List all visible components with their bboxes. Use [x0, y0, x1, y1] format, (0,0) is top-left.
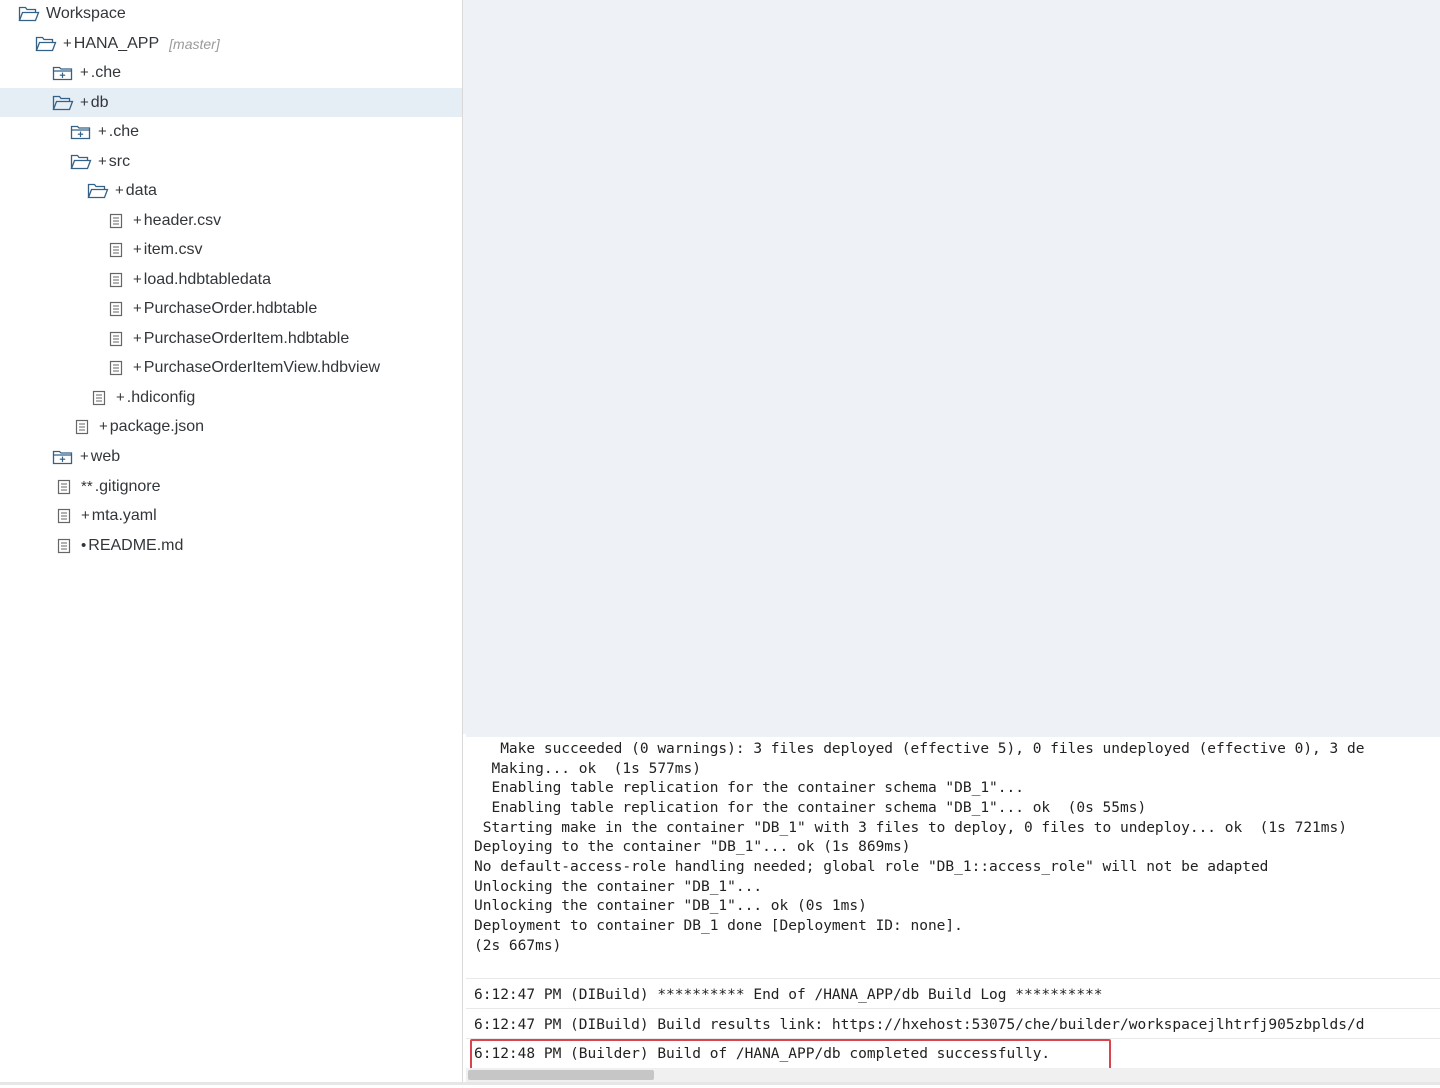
file-icon — [71, 418, 93, 436]
folder-closed-icon — [70, 123, 92, 141]
tree-item-label: .che — [108, 122, 140, 140]
tree-item-label: PurchaseOrder.hdbtable — [143, 299, 318, 317]
tree-item-label: src — [108, 152, 131, 170]
console-message-end-log: 6:12:47 PM (DIBuild) ********** End of /… — [474, 987, 1103, 1003]
build-log-line: Unlocking the container "DB_1"... ok (0s… — [474, 898, 867, 914]
git-status-mark: + — [98, 123, 107, 140]
build-log-line: Making... ok (1s 577ms) — [474, 761, 701, 777]
folder-open-icon — [18, 5, 40, 23]
git-branch-label: [master] — [169, 35, 220, 52]
tree-item[interactable]: + PurchaseOrderItemView.hdbview — [0, 353, 462, 382]
git-status-mark: + — [133, 330, 142, 347]
tree-item[interactable]: + src — [0, 147, 462, 176]
tree-item-label: README.md — [88, 536, 184, 554]
build-log-line: Deployment to container DB_1 done [Deplo… — [474, 918, 963, 934]
git-status-mark: + — [133, 359, 142, 376]
tree-item[interactable]: ** .gitignore — [0, 472, 462, 501]
console-message-results-link[interactable]: 6:12:47 PM (DIBuild) Build results link:… — [474, 1015, 1364, 1035]
console-panel: Make succeeded (0 warnings): 3 files dep… — [466, 734, 1440, 1088]
git-status-mark: + — [116, 389, 125, 406]
tree-item-label: .gitignore — [94, 477, 161, 495]
build-log-line: Make succeeded (0 warnings): 3 files dep… — [474, 741, 1365, 757]
folder-open-icon — [87, 182, 109, 200]
folder-closed-icon — [52, 64, 74, 82]
tree-item-label: PurchaseOrderItem.hdbtable — [143, 329, 350, 347]
tree-item[interactable]: + header.csv — [0, 206, 462, 235]
git-status-mark: + — [63, 35, 72, 52]
tree-item[interactable]: + load.hdbtabledata — [0, 265, 462, 294]
workspace-file-tree: Workspace + HANA_APP [master] + .che + db + .che +… — [0, 0, 463, 1085]
git-status-mark: + — [98, 153, 107, 170]
git-status-mark: + — [99, 418, 108, 435]
tree-item-label: web — [90, 447, 121, 465]
tree-item-label: Workspace — [46, 4, 126, 22]
file-icon — [105, 271, 127, 289]
tree-item[interactable]: + package.json — [0, 412, 462, 441]
git-status-mark: + — [80, 64, 89, 81]
git-status-mark: ** — [81, 478, 93, 495]
scrollbar-thumb[interactable] — [468, 1070, 654, 1080]
build-log-line: (2s 667ms) — [474, 938, 562, 954]
tree-item-label: db — [90, 93, 109, 111]
tree-item-label: item.csv — [143, 240, 203, 258]
file-icon — [105, 330, 127, 348]
git-status-mark: + — [81, 507, 90, 524]
tree-item[interactable]: + HANA_APP [master] — [0, 29, 462, 58]
git-status-mark: + — [133, 271, 142, 288]
editor-area — [463, 0, 1440, 734]
file-icon — [105, 359, 127, 377]
divider — [466, 978, 1440, 979]
tree-item-label: PurchaseOrderItemView.hdbview — [143, 358, 381, 376]
git-status-mark: + — [80, 448, 89, 465]
build-log-line: Starting make in the container "DB_1" wi… — [474, 820, 1347, 836]
tree-item[interactable]: + PurchaseOrderItem.hdbtable — [0, 324, 462, 353]
tree-item[interactable]: + item.csv — [0, 235, 462, 264]
tree-item[interactable]: + PurchaseOrder.hdbtable — [0, 294, 462, 323]
file-icon — [53, 478, 75, 496]
tree-item-label: .che — [90, 63, 122, 81]
tree-item[interactable]: + mta.yaml — [0, 501, 462, 530]
git-status-mark: + — [133, 300, 142, 317]
build-log-line: No default-access-role handling needed; … — [474, 859, 1269, 875]
divider — [466, 1008, 1440, 1009]
tree-item-label: .hdiconfig — [126, 388, 196, 406]
tree-item-label: header.csv — [143, 211, 222, 229]
tree-item[interactable]: + web — [0, 442, 462, 471]
git-status-mark: + — [115, 182, 124, 199]
tree-item[interactable]: + .che — [0, 58, 462, 87]
tree-item[interactable]: • README.md — [0, 531, 462, 560]
tree-item[interactable]: Workspace — [0, 0, 462, 28]
tree-item-label: load.hdbtabledata — [143, 270, 271, 288]
tree-item-label: HANA_APP — [73, 34, 160, 52]
folder-closed-icon — [52, 448, 74, 466]
git-status-mark: • — [81, 537, 87, 554]
build-log-line: Enabling table replication for the conta… — [474, 800, 1147, 816]
tree-item-label: package.json — [109, 417, 205, 435]
tree-item[interactable]: + db — [0, 88, 462, 117]
git-status-mark: + — [133, 212, 142, 229]
git-status-mark: + — [133, 241, 142, 258]
folder-open-icon — [35, 35, 57, 53]
tree-item-label: data — [125, 181, 157, 199]
file-icon — [105, 241, 127, 259]
build-log-line: Unlocking the container "DB_1"... — [474, 879, 763, 895]
tree-item-label: mta.yaml — [91, 506, 157, 524]
file-icon — [53, 537, 75, 555]
build-log-line: Enabling table replication for the conta… — [474, 780, 1024, 796]
git-status-mark: + — [80, 94, 89, 111]
tree-item[interactable]: + data — [0, 176, 462, 205]
build-log-line: Deploying to the container "DB_1"... ok … — [474, 839, 911, 855]
file-icon — [88, 389, 110, 407]
tree-item[interactable]: + .hdiconfig — [0, 383, 462, 412]
tree-item[interactable]: + .che — [0, 117, 462, 146]
file-icon — [105, 212, 127, 230]
file-icon — [105, 300, 127, 318]
folder-open-icon — [70, 153, 92, 171]
file-icon — [53, 507, 75, 525]
folder-open-icon — [52, 94, 74, 112]
